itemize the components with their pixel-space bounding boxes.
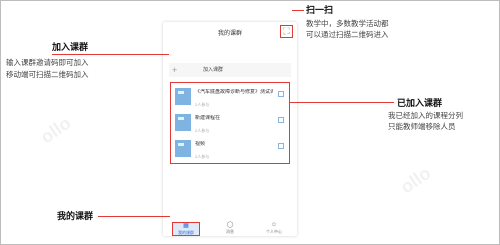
scan-icon: ⛶ — [283, 26, 290, 36]
joined-course-list: 《汽车底盘故障诊断与修复》测试课群 2人参与 新建课程在 2人参与 视频 2人参… — [170, 82, 290, 164]
tab-label: 消息 — [226, 229, 234, 234]
course-meta: 2人参与 — [195, 128, 210, 133]
qr-code-icon[interactable] — [278, 117, 284, 123]
mine-callout-title: 我的课群 — [57, 211, 94, 221]
user-icon: ☺ — [270, 222, 278, 228]
callout-line — [290, 102, 394, 103]
message-icon: ◯ — [226, 222, 234, 228]
join-course-group-label: 加入课群 — [203, 67, 224, 73]
course-name: 视频 — [195, 141, 206, 147]
course-item[interactable]: 《汽车底盘故障诊断与修复》测试课群 2人参与 — [175, 88, 287, 108]
course-meta: 2人参与 — [195, 154, 210, 159]
course-meta: 2人参与 — [195, 102, 210, 107]
course-item[interactable]: 视频 2人参与 — [175, 140, 287, 160]
course-name: 新建课程在 — [195, 115, 221, 121]
course-item[interactable]: 新建课程在 2人参与 — [175, 114, 287, 134]
tab-my-course-groups[interactable]: ▦ 我的课群 — [172, 222, 200, 236]
scan-button[interactable]: ⛶ — [280, 25, 293, 38]
qr-code-icon[interactable] — [278, 143, 284, 149]
join-callout-text: 输入课群邀请码即可加入 — [6, 58, 89, 67]
joined-callout-text: 我已经加入的课程分列 — [388, 111, 463, 120]
plus-icon: + — [172, 65, 178, 75]
callout-line — [98, 216, 170, 217]
scan-callout-title: 扫一扫 — [306, 5, 334, 15]
tab-messages[interactable]: ◯ 消息 — [216, 222, 244, 236]
course-cover-image — [175, 114, 191, 131]
joined-callout-title: 已加入课群 — [397, 98, 443, 108]
page-title: 我的课群 — [217, 31, 242, 37]
scan-callout-text: 可以通过扫描二维码进入 — [306, 30, 389, 39]
join-callout-title: 加入课群 — [52, 42, 89, 52]
qr-code-icon[interactable] — [278, 91, 284, 97]
tab-label: 个人中心 — [266, 229, 282, 234]
phone-screen: 我的课群 ⛶ + 加入课群 《汽车底盘故障诊断与修复》测试课群 2人参与 新建课… — [163, 22, 297, 236]
bottom-tab-bar: ▦ 我的课群 ◯ 消息 ☺ 个人中心 — [163, 222, 297, 236]
callout-line — [52, 54, 169, 55]
tab-profile[interactable]: ☺ 个人中心 — [260, 222, 288, 236]
joined-callout-text: 只能教师端移除人员 — [388, 122, 456, 131]
scan-callout-text: 教学中，多数教学活动都 — [306, 19, 389, 28]
join-course-group-button[interactable]: + 加入课群 — [169, 63, 291, 77]
course-name: 《汽车底盘故障诊断与修复》测试课群 — [195, 89, 273, 95]
tab-label: 我的课群 — [178, 230, 194, 235]
home-icon: ▦ — [183, 223, 189, 229]
course-cover-image — [175, 140, 191, 157]
join-callout-text: 移动端可扫描二维码加入 — [6, 70, 89, 79]
callout-line — [292, 10, 304, 11]
course-cover-image — [175, 88, 191, 105]
